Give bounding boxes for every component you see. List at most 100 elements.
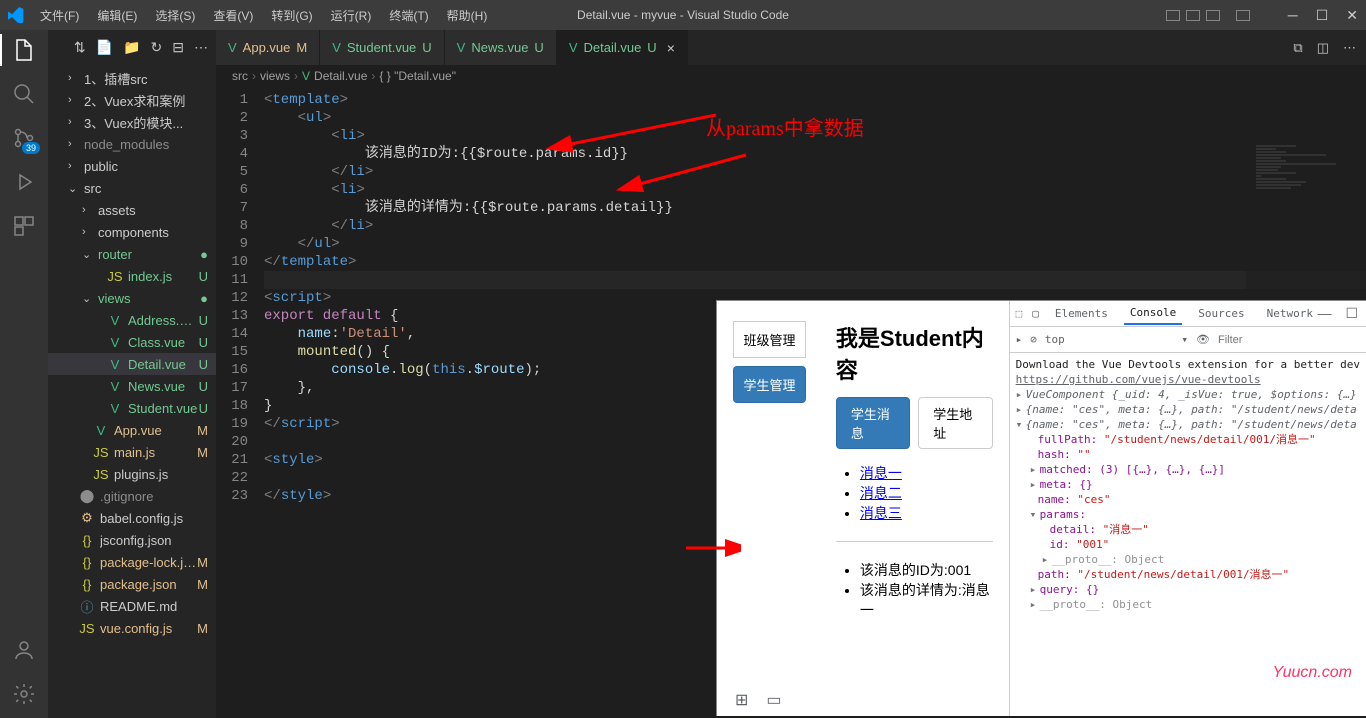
layout-controls[interactable] bbox=[1166, 10, 1250, 21]
tree-item[interactable]: ⌄views● bbox=[48, 287, 216, 309]
eye-icon[interactable]: 👁 bbox=[1196, 333, 1210, 346]
console-line: {name: "ces", meta: {…}, path: "/student… bbox=[1026, 403, 1357, 416]
sort-icon[interactable]: ⇅ bbox=[74, 39, 86, 56]
explorer-icon[interactable] bbox=[12, 38, 36, 62]
refresh-icon[interactable]: ↻ bbox=[151, 39, 163, 56]
explorer-header: ⇅ 📄 📁 ↻ ⊟ ⋯ bbox=[48, 30, 216, 65]
tree-item[interactable]: ›public bbox=[48, 155, 216, 177]
tab-actions: ⧉ ◫ ⋯ bbox=[1283, 30, 1366, 65]
new-file-icon[interactable]: 📄 bbox=[96, 39, 113, 56]
tree-item[interactable]: {}package.jsonM bbox=[48, 573, 216, 595]
menu-terminal[interactable]: 终端(T) bbox=[381, 3, 436, 28]
menu-select[interactable]: 选择(S) bbox=[147, 3, 203, 28]
maximize-icon[interactable]: ☐ bbox=[1316, 7, 1329, 24]
menu-file[interactable]: 文件(F) bbox=[32, 3, 87, 28]
tree-item[interactable]: ⚙babel.config.js bbox=[48, 507, 216, 529]
minimize-icon[interactable]: ─ bbox=[1288, 7, 1298, 23]
browser-max-icon[interactable]: ☐ bbox=[1345, 305, 1358, 322]
crumb[interactable]: { } "Detail.vue" bbox=[379, 69, 456, 83]
context-select[interactable]: top bbox=[1045, 333, 1065, 346]
split-icon[interactable]: ◫ bbox=[1317, 40, 1329, 56]
close-icon[interactable]: ✕ bbox=[1346, 7, 1358, 24]
activity-bar: 39 bbox=[0, 30, 48, 718]
tree-item[interactable]: ⓘREADME.md bbox=[48, 595, 216, 617]
crumb[interactable]: src bbox=[232, 69, 248, 83]
new-folder-icon[interactable]: 📁 bbox=[123, 39, 140, 56]
clear-icon[interactable]: ⊘ bbox=[1030, 333, 1037, 346]
tree-item[interactable]: ›components bbox=[48, 221, 216, 243]
menu-edit[interactable]: 编辑(E) bbox=[89, 3, 145, 28]
more-icon[interactable]: ⋯ bbox=[1343, 40, 1356, 56]
dt-network[interactable]: Network bbox=[1261, 303, 1319, 324]
search-icon[interactable] bbox=[12, 82, 36, 106]
responsive-icon[interactable]: ▭ bbox=[766, 690, 781, 710]
annotation-text: 从params中拿数据 bbox=[706, 112, 864, 141]
line-numbers: 1234567891011121314151617181920212223 bbox=[216, 87, 264, 718]
tree-item[interactable]: VApp.vueM bbox=[48, 419, 216, 441]
tree-item[interactable]: JSplugins.js bbox=[48, 463, 216, 485]
link-msg2[interactable]: 消息二 bbox=[860, 485, 902, 501]
more-icon[interactable]: ⋯ bbox=[194, 39, 208, 56]
grid-icon[interactable]: ⊞ bbox=[735, 690, 748, 710]
tree-item[interactable]: VAddress.vueU bbox=[48, 309, 216, 331]
editor-tab[interactable]: VApp.vue M bbox=[216, 30, 320, 65]
breadcrumb[interactable]: src› views› V Detail.vue› { } "Detail.vu… bbox=[216, 65, 1366, 87]
menu-help[interactable]: 帮助(H) bbox=[439, 3, 496, 28]
editor-tabs: VApp.vue MVStudent.vue UVNews.vue UVDeta… bbox=[216, 30, 1366, 65]
dt-elements[interactable]: Elements bbox=[1049, 303, 1114, 324]
devtools-tabs: ⬚ ▢ Elements Console Sources Network bbox=[1010, 301, 1366, 327]
settings-icon[interactable] bbox=[12, 682, 36, 706]
debug-icon[interactable] bbox=[12, 170, 36, 194]
dt-sources[interactable]: Sources bbox=[1192, 303, 1250, 324]
compare-icon[interactable]: ⧉ bbox=[1293, 40, 1302, 56]
account-icon[interactable] bbox=[12, 638, 36, 662]
browser-preview: — ☐ 班级管理 学生管理 我是Student内容 学生消息 学生地址 消息一 … bbox=[716, 300, 1366, 716]
tree-item[interactable]: JSmain.jsM bbox=[48, 441, 216, 463]
browser-min-icon[interactable]: — bbox=[1317, 305, 1331, 322]
dt-console[interactable]: Console bbox=[1124, 302, 1182, 325]
nav-class[interactable]: 班级管理 bbox=[733, 321, 806, 358]
tree-item[interactable]: ›1、插槽src bbox=[48, 67, 216, 89]
extensions-icon[interactable] bbox=[12, 214, 36, 238]
menu-view[interactable]: 查看(V) bbox=[205, 3, 261, 28]
result-detail: 该消息的详情为:消息一 bbox=[860, 580, 993, 620]
editor-tab[interactable]: VNews.vue U bbox=[445, 30, 557, 65]
nav-student[interactable]: 学生管理 bbox=[733, 366, 806, 403]
crumb[interactable]: views bbox=[260, 69, 290, 83]
tab-news[interactable]: 学生消息 bbox=[836, 397, 910, 449]
tree-item[interactable]: ›assets bbox=[48, 199, 216, 221]
console-output[interactable]: Download the Vue Devtools extension for … bbox=[1010, 353, 1366, 716]
tree-item[interactable]: ›3、Vuex的模块... bbox=[48, 111, 216, 133]
devtools-link[interactable]: https://github.com/vuejs/vue-devtools bbox=[1016, 373, 1261, 386]
tree-item[interactable]: VDetail.vueU bbox=[48, 353, 216, 375]
tree-item[interactable]: {}jsconfig.json bbox=[48, 529, 216, 551]
tree-item[interactable]: {}package-lock.jsonM bbox=[48, 551, 216, 573]
editor-tab[interactable]: VDetail.vue U× bbox=[557, 30, 688, 65]
editor-tab[interactable]: VStudent.vue U bbox=[320, 30, 444, 65]
menu-go[interactable]: 转到(G) bbox=[263, 3, 320, 28]
menu-run[interactable]: 运行(R) bbox=[323, 3, 380, 28]
tab-address[interactable]: 学生地址 bbox=[918, 397, 992, 449]
inspect-icon[interactable]: ⬚ bbox=[1016, 307, 1023, 320]
link-msg1[interactable]: 消息一 bbox=[860, 465, 902, 481]
filter-input[interactable] bbox=[1218, 334, 1360, 346]
collapse-icon[interactable]: ⊟ bbox=[172, 39, 184, 56]
tree-item[interactable]: ⌄src bbox=[48, 177, 216, 199]
console-line: Download the Vue Devtools extension for … bbox=[1016, 357, 1360, 372]
tree-item[interactable]: JSvue.config.jsM bbox=[48, 617, 216, 639]
tree-item[interactable]: ›node_modules bbox=[48, 133, 216, 155]
tree-item[interactable]: VStudent.vueU bbox=[48, 397, 216, 419]
device-icon[interactable]: ▢ bbox=[1032, 307, 1039, 320]
tree-item[interactable]: VNews.vueU bbox=[48, 375, 216, 397]
console-sidebar-icon[interactable]: ▸ bbox=[1016, 333, 1023, 346]
tree-item[interactable]: ›2、Vuex求和案例 bbox=[48, 89, 216, 111]
source-control-icon[interactable]: 39 bbox=[12, 126, 36, 150]
console-line: VueComponent {_uid: 4, _isVue: true, $op… bbox=[1026, 388, 1357, 401]
crumb[interactable]: Detail.vue bbox=[314, 69, 367, 83]
tree-item[interactable]: VClass.vueU bbox=[48, 331, 216, 353]
link-msg3[interactable]: 消息三 bbox=[860, 505, 902, 521]
tree-item[interactable]: ⬤.gitignore bbox=[48, 485, 216, 507]
tree-item[interactable]: JSindex.jsU bbox=[48, 265, 216, 287]
close-tab-icon[interactable]: × bbox=[667, 40, 675, 56]
tree-item[interactable]: ⌄router● bbox=[48, 243, 216, 265]
